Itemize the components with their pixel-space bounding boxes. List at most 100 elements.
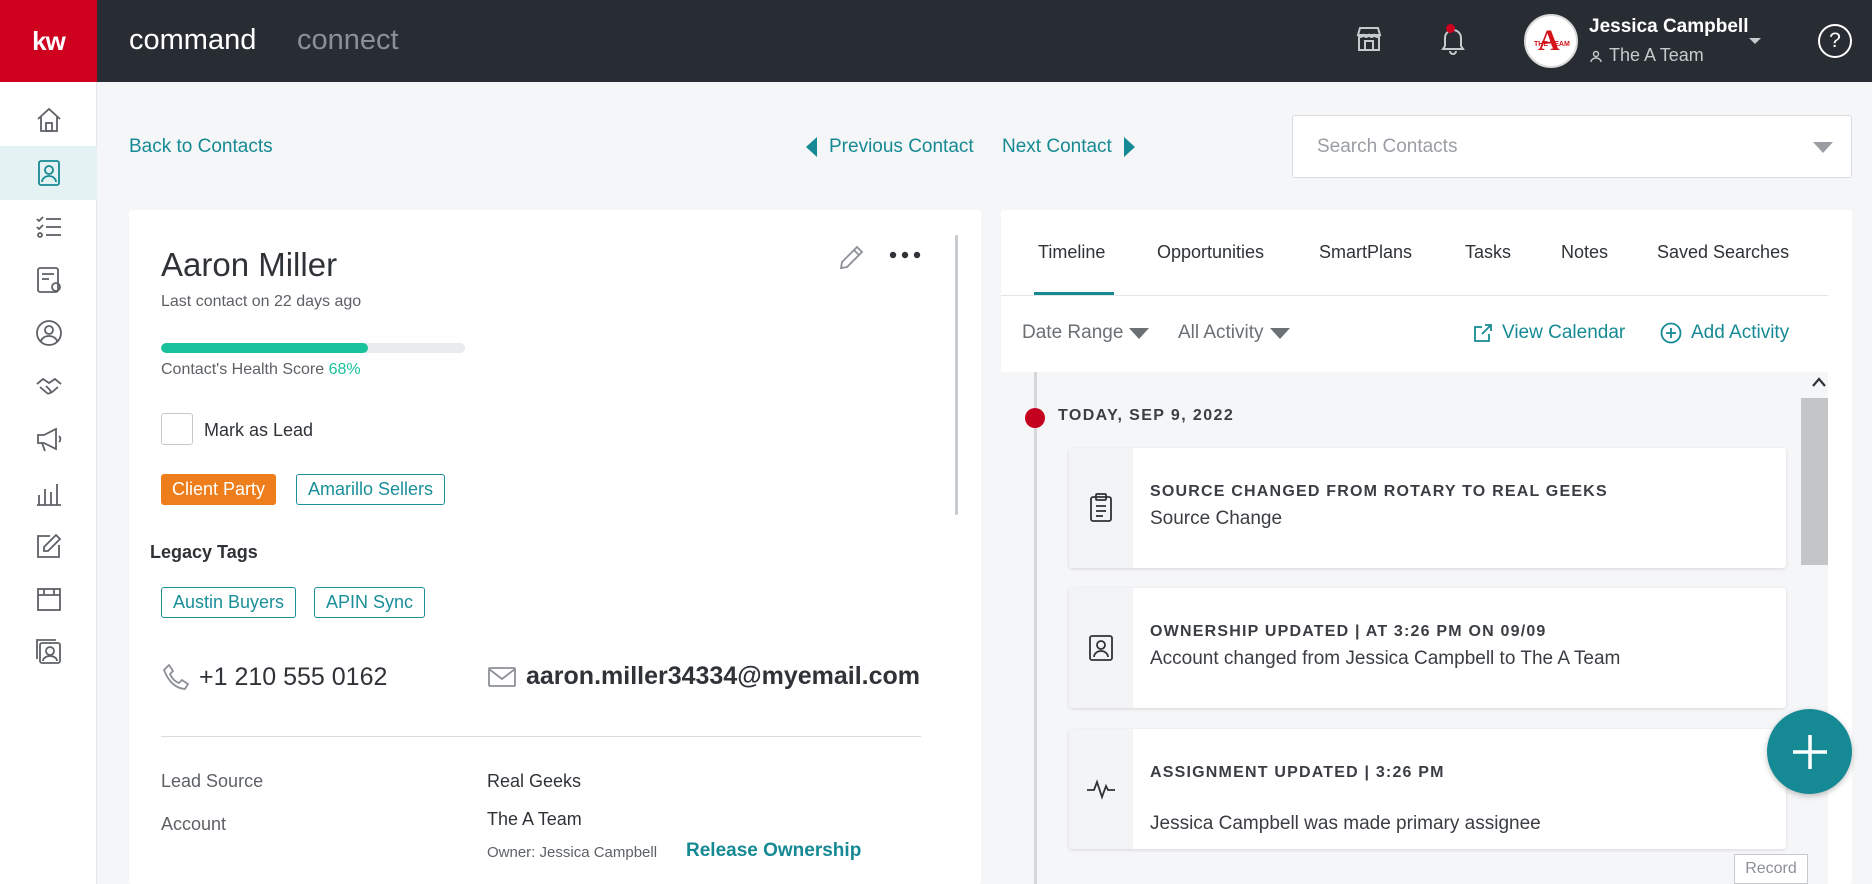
user-circle-icon [35, 320, 62, 346]
sidebar-item-tasks[interactable] [0, 199, 97, 253]
search-input[interactable] [1293, 116, 1773, 177]
view-calendar-link[interactable]: View Calendar [1473, 322, 1625, 344]
last-contact: Last contact on 22 days ago [161, 293, 362, 310]
external-link-icon [1474, 324, 1492, 342]
event-description: Account changed from Jessica Campbell to… [1150, 648, 1621, 669]
legacy-tags-title: Legacy Tags [150, 542, 258, 562]
edit-icon [36, 533, 61, 558]
avatar[interactable]: A THE TEAM [1524, 14, 1578, 68]
edit-pencil-icon[interactable] [837, 242, 867, 272]
chevron-down-icon[interactable] [1813, 142, 1833, 153]
add-activity-label: Add Activity [1691, 322, 1790, 343]
owner-line: Owner: Jessica Campbell [487, 844, 658, 861]
tab-saved-searches[interactable]: Saved Searches [1657, 242, 1789, 263]
caret-down-icon [1269, 327, 1290, 339]
activity-pulse-icon [1087, 779, 1115, 800]
event-icon-box [1069, 448, 1133, 568]
tag-apin-sync[interactable]: APIN Sync [314, 587, 426, 618]
tab-command[interactable]: command [129, 24, 256, 57]
all-activity-label: All Activity [1178, 322, 1264, 343]
sidebar-item-marketing[interactable] [0, 412, 97, 466]
event-title: SOURCE CHANGED FROM ROTARY TO REAL GEEKS [1150, 483, 1608, 500]
card-scrollbar[interactable] [955, 235, 958, 515]
timeline-line [1034, 372, 1037, 884]
scroll-up-icon[interactable] [1811, 376, 1827, 388]
contact-name: Aaron Miller [161, 246, 338, 283]
timeline-event[interactable]: OWNERSHIP UPDATED | AT 3:26 PM ON 09/09 … [1069, 588, 1786, 708]
date-range-label: Date Range [1022, 322, 1124, 343]
user-name[interactable]: Jessica Campbell [1589, 16, 1748, 38]
event-description: Source Change [1150, 508, 1283, 529]
tag-austin-buyers[interactable]: Austin Buyers [161, 587, 297, 618]
phone-icon [162, 663, 190, 690]
sidebar [0, 82, 97, 884]
caret-down-icon [1129, 327, 1150, 339]
contact-card-icon [1089, 635, 1113, 661]
mail-icon [488, 666, 516, 687]
top-bar: kw command connect A THE TEAM Jessica Ca… [0, 0, 1872, 82]
sidebar-item-media[interactable] [0, 625, 97, 679]
divider [161, 736, 921, 737]
all-activity-filter[interactable]: All Activity [1178, 322, 1290, 344]
home-icon [36, 107, 61, 132]
date-range-filter[interactable]: Date Range [1022, 322, 1150, 344]
tab-opportunities[interactable]: Opportunities [1157, 242, 1264, 263]
phone-row[interactable]: +1 210 555 0162 [161, 662, 387, 692]
tab-notes[interactable]: Notes [1561, 242, 1608, 263]
sidebar-item-profile[interactable] [0, 306, 97, 360]
team-name: The A Team [1609, 45, 1704, 65]
next-contact-link[interactable]: Next Contact [1002, 136, 1135, 158]
sidebar-item-designs[interactable] [0, 519, 97, 573]
add-activity-link[interactable]: Add Activity [1660, 322, 1789, 344]
sidebar-item-calendar[interactable] [0, 572, 97, 626]
chevron-down-icon[interactable] [1748, 36, 1762, 46]
activity-card: Timeline Opportunities SmartPlans Tasks … [1001, 210, 1852, 884]
tab-timeline[interactable]: Timeline [1038, 242, 1105, 263]
previous-contact-label: Previous Contact [829, 136, 974, 157]
email-address[interactable]: aaron.miller34334@myemail.com [526, 662, 920, 691]
tab-tasks[interactable]: Tasks [1465, 242, 1511, 263]
handshake-icon [35, 377, 62, 395]
help-icon[interactable]: ? [1818, 24, 1852, 58]
team-row[interactable]: The A Team [1589, 45, 1704, 66]
health-score-bar [161, 343, 465, 353]
previous-contact-link[interactable]: Previous Contact [806, 136, 974, 158]
avatar-text: THE TEAM [1534, 41, 1570, 48]
timeline-event[interactable]: SOURCE CHANGED FROM ROTARY TO REAL GEEKS… [1069, 448, 1786, 568]
storefront-icon[interactable] [1352, 22, 1386, 56]
tab-smartplans[interactable]: SmartPlans [1319, 242, 1412, 263]
tab-connect[interactable]: connect [297, 24, 399, 57]
sidebar-item-home[interactable] [0, 93, 97, 147]
tag-client-party[interactable]: Client Party [161, 474, 277, 505]
add-fab-button[interactable] [1767, 709, 1852, 794]
contacts-icon [37, 160, 60, 186]
search-contacts[interactable] [1292, 115, 1852, 178]
sidebar-item-contacts[interactable] [0, 146, 97, 200]
timeline-event[interactable]: ASSIGNMENT UPDATED | 3:26 PM Jessica Cam… [1069, 729, 1786, 849]
email-row[interactable]: aaron.miller34334@myemail.com [488, 662, 920, 691]
photo-stack-icon [35, 639, 61, 664]
sidebar-item-deals[interactable] [0, 359, 97, 413]
phone-number[interactable]: +1 210 555 0162 [199, 663, 387, 692]
mark-as-lead-label[interactable]: Mark as Lead [204, 420, 313, 441]
back-to-contacts-link[interactable]: Back to Contacts [129, 136, 273, 158]
bar-chart-icon [36, 484, 61, 506]
event-description: Jessica Campbell was made primary assign… [1150, 813, 1541, 834]
team-icon [1590, 50, 1602, 62]
clipboard-icon [1090, 493, 1112, 522]
sidebar-item-settings-list[interactable] [0, 253, 97, 307]
sidebar-item-reports[interactable] [0, 466, 97, 520]
release-ownership-link[interactable]: Release Ownership [686, 840, 861, 862]
kw-logo[interactable]: kw [0, 0, 97, 82]
next-contact-label: Next Contact [1002, 136, 1112, 157]
calendar-board-icon [36, 588, 61, 611]
tabs-divider [1001, 295, 1828, 296]
mark-as-lead-checkbox[interactable] [161, 413, 193, 445]
record-button[interactable]: Record [1734, 854, 1808, 884]
more-options-icon[interactable] [889, 250, 921, 260]
tag-amarillo-sellers[interactable]: Amarillo Sellers [296, 474, 446, 505]
contact-details-card: Aaron Miller Last contact on 22 days ago… [129, 210, 981, 884]
settings-list-icon [36, 267, 61, 293]
health-score-text: Contact's Health Score [161, 361, 325, 378]
timeline-scrollbar-thumb[interactable] [1801, 398, 1828, 565]
